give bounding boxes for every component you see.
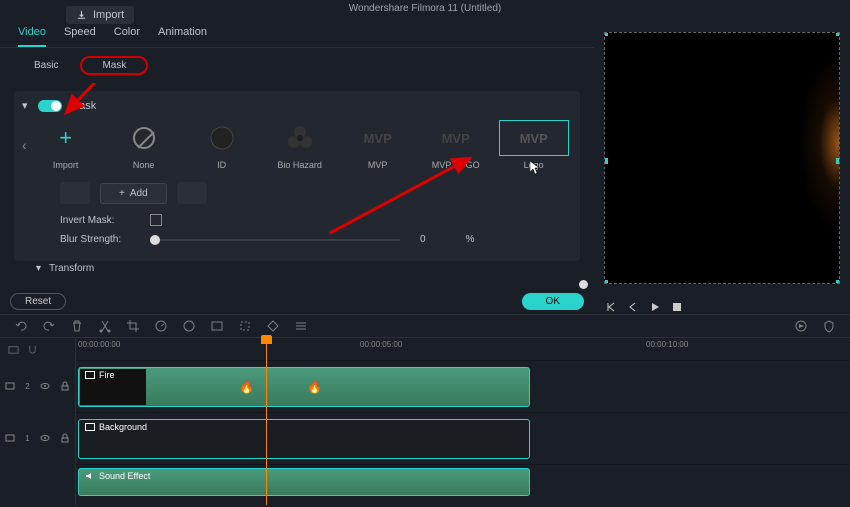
id-icon bbox=[209, 125, 235, 151]
prev-keyframe-button[interactable] bbox=[60, 182, 90, 204]
lock-icon[interactable] bbox=[60, 381, 70, 391]
invert-mask-label: Invert Mask: bbox=[60, 215, 130, 226]
fire-thumbnail: 🔥 bbox=[307, 380, 322, 394]
audio-clip-icon bbox=[85, 472, 95, 480]
blur-strength-unit: % bbox=[466, 234, 475, 245]
render-icon[interactable] bbox=[794, 319, 808, 333]
mask-toggle[interactable] bbox=[38, 100, 62, 112]
blur-strength-value: 0 bbox=[420, 234, 426, 245]
green-screen-icon[interactable] bbox=[210, 319, 224, 333]
chevron-down-icon: ▾ bbox=[36, 263, 41, 274]
subtab-mask[interactable]: Mask bbox=[80, 56, 148, 75]
eye-icon[interactable] bbox=[40, 433, 50, 443]
mask-expander[interactable]: ▾ Mask bbox=[22, 99, 572, 112]
invert-mask-checkbox[interactable] bbox=[150, 214, 162, 226]
filmstrip-icon bbox=[5, 433, 15, 443]
tab-animation[interactable]: Animation bbox=[158, 26, 207, 47]
track-add-icon[interactable] bbox=[8, 344, 19, 355]
prev-frame-button[interactable] bbox=[604, 300, 618, 314]
mvp-logo-icon: MVP bbox=[442, 131, 470, 146]
track-row-audio[interactable]: Sound Effect bbox=[76, 464, 850, 504]
next-keyframe-button[interactable] bbox=[177, 182, 207, 204]
playhead[interactable] bbox=[266, 338, 267, 505]
ok-button[interactable]: OK bbox=[522, 293, 584, 310]
crop-icon[interactable] bbox=[126, 319, 140, 333]
track-header-2[interactable]: 2 bbox=[0, 360, 75, 412]
speed-icon[interactable] bbox=[154, 319, 168, 333]
plus-icon: + bbox=[59, 125, 72, 151]
keyframe-icon[interactable] bbox=[266, 319, 280, 333]
mvp-text-icon: MVP bbox=[364, 131, 392, 146]
cursor-icon bbox=[530, 161, 540, 175]
clip-sound-effect[interactable]: Sound Effect bbox=[78, 468, 530, 496]
timeline: 2 1 00:00:00:00 00:00:05:00 00:00:10:00 … bbox=[0, 338, 850, 505]
none-icon bbox=[133, 127, 155, 149]
menu-icon[interactable] bbox=[294, 319, 308, 333]
tab-speed[interactable]: Speed bbox=[64, 26, 96, 47]
filmstrip-icon bbox=[5, 381, 15, 391]
properties-panel: Video Speed Color Animation Basic Mask ▾… bbox=[0, 18, 594, 314]
video-clip-icon bbox=[85, 371, 95, 379]
timeline-ruler[interactable]: 00:00:00:00 00:00:05:00 00:00:10:00 bbox=[76, 338, 850, 360]
track-row-2[interactable]: Fire 🔥 🔥 bbox=[76, 360, 850, 412]
blur-strength-slider[interactable] bbox=[150, 239, 400, 241]
clip-fire[interactable]: Fire 🔥 🔥 bbox=[78, 367, 530, 407]
play-button[interactable] bbox=[648, 300, 662, 314]
marker-icon[interactable] bbox=[238, 319, 252, 333]
mask-section-label: Mask bbox=[70, 100, 96, 112]
chevron-down-icon: ▾ bbox=[22, 99, 30, 112]
delete-icon[interactable] bbox=[70, 319, 84, 333]
track-row-1[interactable]: Background bbox=[76, 412, 850, 464]
tabs: Video Speed Color Animation bbox=[0, 18, 594, 48]
subtabs: Basic Mask bbox=[0, 48, 594, 83]
clip-background[interactable]: Background bbox=[78, 419, 530, 459]
preview-panel bbox=[594, 18, 850, 314]
mask-item-import[interactable]: + Import bbox=[27, 120, 105, 170]
video-clip-icon bbox=[85, 423, 95, 431]
mask-item-id[interactable]: ID bbox=[183, 120, 261, 170]
mask-item-biohazard[interactable]: Bio Hazard bbox=[261, 120, 339, 170]
undo-icon[interactable] bbox=[14, 319, 28, 333]
stop-button[interactable] bbox=[670, 300, 684, 314]
mask-item-mvplogo[interactable]: MVP MVP LOGO bbox=[417, 120, 495, 170]
step-back-button[interactable] bbox=[626, 300, 640, 314]
mask-item-mvp[interactable]: MVP MVP bbox=[339, 120, 417, 170]
subtab-basic[interactable]: Basic bbox=[12, 56, 80, 75]
mask-item-none[interactable]: None bbox=[105, 120, 183, 170]
tab-color[interactable]: Color bbox=[114, 26, 140, 47]
color-icon[interactable] bbox=[182, 319, 196, 333]
timeline-toolbar bbox=[0, 314, 850, 338]
biohazard-icon bbox=[286, 124, 314, 152]
tracks-area[interactable]: 00:00:00:00 00:00:05:00 00:00:10:00 Fire… bbox=[76, 338, 850, 505]
tab-video[interactable]: Video bbox=[18, 26, 46, 47]
logo-icon: MVP bbox=[520, 131, 548, 146]
blur-strength-label: Blur Strength: bbox=[60, 234, 130, 245]
plus-small-icon: + bbox=[119, 188, 125, 199]
shield-icon[interactable] bbox=[822, 319, 836, 333]
lock-icon[interactable] bbox=[60, 433, 70, 443]
eye-icon[interactable] bbox=[40, 381, 50, 391]
split-icon[interactable] bbox=[98, 319, 112, 333]
track-header-1[interactable]: 1 bbox=[0, 412, 75, 464]
fire-thumbnail: 🔥 bbox=[239, 380, 254, 394]
magnet-icon[interactable] bbox=[27, 344, 38, 355]
transform-expander[interactable]: ▾ Transform bbox=[36, 263, 580, 274]
reset-button[interactable]: Reset bbox=[10, 293, 66, 310]
redo-icon[interactable] bbox=[42, 319, 56, 333]
add-keyframe-button[interactable]: + Add bbox=[100, 183, 167, 204]
preview-viewport[interactable] bbox=[604, 32, 840, 284]
